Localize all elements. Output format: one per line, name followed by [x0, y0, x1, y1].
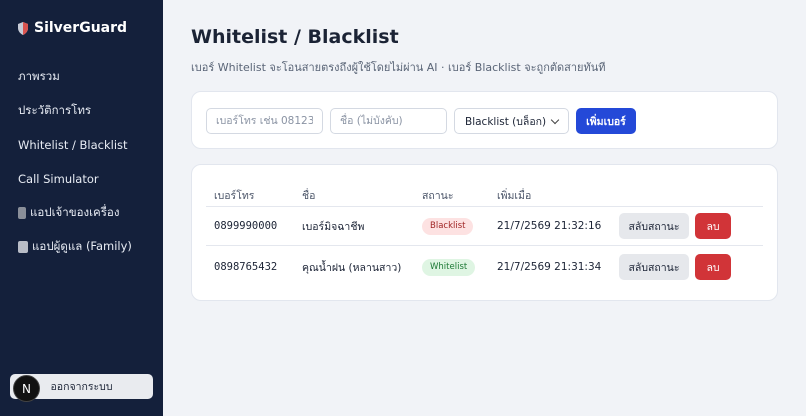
delete-button[interactable]: ลบ: [695, 254, 731, 280]
number-table: เบอร์โทร ชื่อ สถานะ เพิ่มเมื่อ 089999000…: [191, 164, 778, 301]
row-name: เบอร์มิจฉาชีพ: [302, 220, 365, 233]
sidebar-item-overview[interactable]: ภาพรวม: [0, 60, 163, 94]
sidebar-item-call-simulator[interactable]: Call Simulator: [0, 162, 163, 196]
row-phone: 0899990000: [214, 220, 278, 232]
sidebar-item-label: Whitelist / Blacklist: [18, 138, 128, 152]
phone-icon: [18, 207, 26, 219]
sidebar-item-owner-app[interactable]: แอปเจ้าของเครื่อง: [0, 196, 163, 230]
sidebar-item-label: แอปเจ้าของเครื่อง: [30, 205, 120, 219]
sidebar-item-whitelist-blacklist[interactable]: Whitelist / Blacklist: [0, 128, 163, 162]
column-header-name: ชื่อ: [302, 190, 316, 202]
table-row: 0898765432 คุณน้ำฝน (หลานสาว) Whitelist …: [206, 247, 763, 287]
column-header-status: สถานะ: [422, 190, 454, 202]
name-input[interactable]: [330, 108, 447, 134]
toggle-status-button[interactable]: สลับสถานะ: [619, 213, 689, 239]
chevron-down-icon: [550, 115, 560, 124]
phone-input[interactable]: [206, 108, 323, 134]
row-name: คุณน้ำฝน (หลานสาว): [302, 261, 402, 274]
row-phone: 0898765432: [214, 261, 278, 273]
status-badge: Whitelist: [422, 258, 476, 276]
column-header-phone: เบอร์โทร: [214, 190, 255, 202]
sidebar-item-family-app[interactable]: แอปผู้ดูแล (Family): [0, 230, 163, 264]
avatar[interactable]: N: [13, 375, 40, 402]
logout-label: ออกจากระบบ: [50, 381, 113, 393]
add-number-button[interactable]: เพิ่มเบอร์: [576, 108, 636, 134]
sidebar-item-label: ภาพรวม: [18, 69, 60, 83]
brand[interactable]: SilverGuard: [18, 20, 127, 36]
row-added: 21/7/2569 21:32:16: [497, 220, 602, 232]
sidebar-item-label: Call Simulator: [18, 172, 99, 186]
family-icon: [18, 241, 28, 253]
page-subtitle: เบอร์ Whitelist จะโอนสายตรงถึงผู้ใช้โดยไ…: [191, 61, 606, 74]
add-number-form: Blacklist (บล็อก) เพิ่มเบอร์: [191, 91, 778, 149]
sidebar-nav: ภาพรวม ประวัติการโทร Whitelist / Blackli…: [0, 60, 163, 264]
sidebar-item-call-history[interactable]: ประวัติการโทร: [0, 94, 163, 128]
toggle-status-button[interactable]: สลับสถานะ: [619, 254, 689, 280]
row-added: 21/7/2569 21:31:34: [497, 261, 602, 273]
sidebar: SilverGuard ภาพรวม ประวัติการโทร Whiteli…: [0, 0, 163, 416]
list-type-select[interactable]: Blacklist (บล็อก): [454, 108, 569, 134]
sidebar-item-label: แอปผู้ดูแล (Family): [32, 239, 132, 253]
list-type-value: Blacklist (บล็อก): [465, 115, 547, 128]
brand-name: SilverGuard: [34, 20, 128, 36]
delete-button[interactable]: ลบ: [695, 213, 731, 239]
table-row: 0899990000 เบอร์มิจฉาชีพ Blacklist 21/7/…: [206, 206, 763, 246]
page-title: Whitelist / Blacklist: [191, 26, 399, 48]
column-header-added: เพิ่มเมื่อ: [497, 190, 532, 202]
status-badge: Blacklist: [422, 217, 474, 235]
sidebar-item-label: ประวัติการโทร: [18, 103, 92, 117]
shield-icon: [18, 21, 28, 35]
